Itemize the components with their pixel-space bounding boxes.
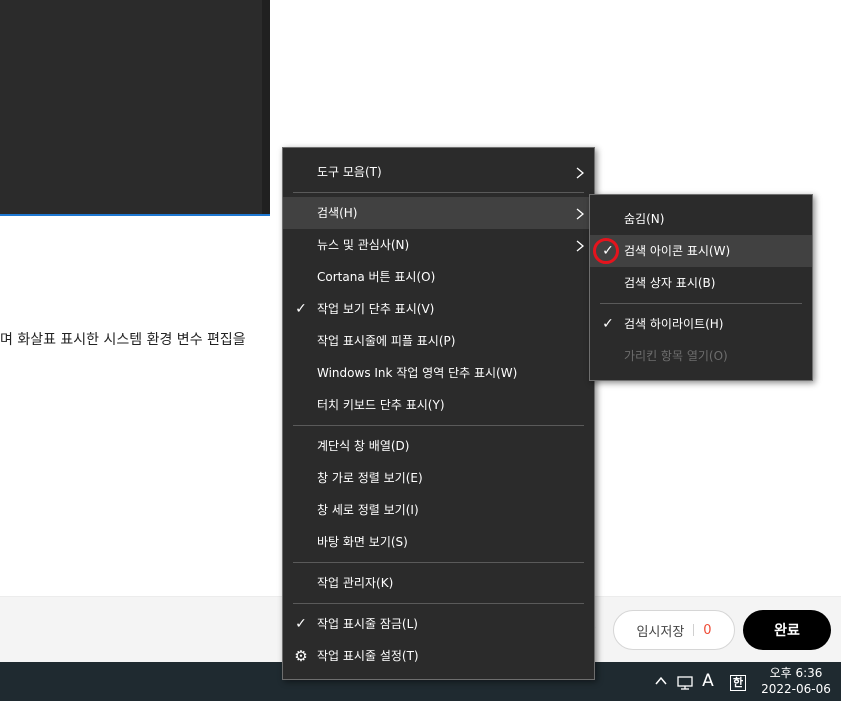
menu-item-label: 검색(H) bbox=[317, 206, 358, 220]
chevron-right-icon bbox=[576, 197, 585, 229]
background-scrollbar bbox=[262, 0, 270, 214]
gear-icon: ⚙ bbox=[294, 647, 308, 665]
menu-separator bbox=[600, 303, 802, 304]
background-document-text: 며 화살표 표시한 시스템 환경 변수 편집을 bbox=[0, 332, 246, 348]
draft-label: 임시저장 bbox=[636, 624, 685, 640]
menu-item-label: 작업 표시줄 잠금(L) bbox=[317, 617, 418, 631]
menu-item-lock-taskbar[interactable]: ✓ 작업 표시줄 잠금(L) bbox=[283, 608, 594, 640]
menu-item-label: 뉴스 및 관심사(N) bbox=[317, 238, 410, 252]
menu-item-label: 도구 모음(T) bbox=[317, 165, 382, 179]
chevron-right-icon bbox=[576, 156, 585, 188]
menu-item-label: Cortana 버튼 표시(O) bbox=[317, 270, 436, 284]
menu-item-search[interactable]: 검색(H) bbox=[283, 197, 594, 229]
clock-date: 2022-06-06 bbox=[761, 682, 831, 696]
search-submenu: 숨김(N) ✓ 검색 아이콘 표시(W) 검색 상자 표시(B) ✓ 검색 하이… bbox=[589, 194, 813, 381]
menu-separator bbox=[293, 425, 584, 426]
submenu-item-search-highlights[interactable]: ✓ 검색 하이라이트(H) bbox=[590, 308, 812, 340]
taskbar-clock[interactable]: 오후 6:36 2022-06-06 bbox=[755, 665, 837, 697]
tray-chevron-up-icon[interactable] bbox=[654, 674, 668, 691]
menu-item-task-manager[interactable]: 작업 관리자(K) bbox=[283, 567, 594, 599]
menu-item-stacked[interactable]: 창 가로 정렬 보기(E) bbox=[283, 462, 594, 494]
menu-item-cortana[interactable]: Cortana 버튼 표시(O) bbox=[283, 261, 594, 293]
save-draft-button[interactable]: 임시저장 0 bbox=[613, 610, 735, 650]
menu-item-label: 바탕 화면 보기(S) bbox=[317, 535, 408, 549]
checkmark-icon: ✓ bbox=[602, 243, 614, 259]
menu-item-label: 작업 표시줄에 피플 표시(P) bbox=[317, 334, 456, 348]
chevron-right-icon bbox=[576, 229, 585, 261]
menu-item-people[interactable]: 작업 표시줄에 피플 표시(P) bbox=[283, 325, 594, 357]
menu-item-label: 창 가로 정렬 보기(E) bbox=[317, 471, 423, 485]
clock-time: 오후 6:36 bbox=[769, 666, 823, 680]
menu-item-side-by-side[interactable]: 창 세로 정렬 보기(I) bbox=[283, 494, 594, 526]
menu-item-toolbars[interactable]: 도구 모음(T) bbox=[283, 156, 594, 188]
submenu-item-show-search-box[interactable]: 검색 상자 표시(B) bbox=[590, 267, 812, 299]
menu-item-label: 작업 관리자(K) bbox=[317, 576, 394, 590]
submenu-item-label: 가리킨 항목 열기(O) bbox=[624, 349, 728, 363]
menu-separator bbox=[293, 562, 584, 563]
done-button[interactable]: 완료 bbox=[743, 610, 831, 650]
menu-item-touch-keyboard[interactable]: 터치 키보드 단추 표시(Y) bbox=[283, 389, 594, 421]
checkmark-icon: ✓ bbox=[295, 301, 307, 317]
checkmark-icon: ✓ bbox=[602, 316, 614, 332]
menu-item-task-view[interactable]: ✓ 작업 보기 단추 표시(V) bbox=[283, 293, 594, 325]
menu-item-show-desktop[interactable]: 바탕 화면 보기(S) bbox=[283, 526, 594, 558]
menu-separator bbox=[293, 603, 584, 604]
menu-item-cascade[interactable]: 계단식 창 배열(D) bbox=[283, 430, 594, 462]
menu-item-label: 터치 키보드 단추 표시(Y) bbox=[317, 398, 445, 412]
ime-mode-icon[interactable]: 한 bbox=[730, 675, 746, 691]
menu-item-label: 창 세로 정렬 보기(I) bbox=[317, 503, 419, 517]
submenu-item-label: 숨김(N) bbox=[624, 212, 665, 226]
menu-item-label: 작업 표시줄 설정(T) bbox=[317, 649, 419, 663]
menu-item-label: 계단식 창 배열(D) bbox=[317, 439, 410, 453]
screen: 며 화살표 표시한 시스템 환경 변수 편집을 5 임시저장 0 완료 A 한 … bbox=[0, 0, 841, 701]
background-window bbox=[0, 0, 270, 216]
submenu-item-label: 검색 아이콘 표시(W) bbox=[624, 244, 731, 258]
menu-item-label: Windows Ink 작업 영역 단추 표시(W) bbox=[317, 366, 518, 380]
submenu-item-label: 검색 하이라이트(H) bbox=[624, 317, 724, 331]
submenu-item-label: 검색 상자 표시(B) bbox=[624, 276, 716, 290]
submenu-item-show-search-icon[interactable]: ✓ 검색 아이콘 표시(W) bbox=[590, 235, 812, 267]
draft-count: 0 bbox=[703, 622, 712, 638]
draft-divider bbox=[693, 624, 695, 636]
language-indicator[interactable]: A bbox=[701, 673, 715, 690]
submenu-item-open-on-hover: 가리킨 항목 열기(O) bbox=[590, 340, 812, 372]
submenu-item-hidden[interactable]: 숨김(N) bbox=[590, 203, 812, 235]
taskbar-context-menu: 도구 모음(T) 검색(H) 뉴스 및 관심사(N) Cortana 버튼 표시… bbox=[282, 147, 595, 680]
menu-item-taskbar-settings[interactable]: ⚙ 작업 표시줄 설정(T) bbox=[283, 640, 594, 672]
menu-item-news[interactable]: 뉴스 및 관심사(N) bbox=[283, 229, 594, 261]
menu-item-windows-ink[interactable]: Windows Ink 작업 영역 단추 표시(W) bbox=[283, 357, 594, 389]
menu-separator bbox=[293, 192, 584, 193]
network-icon[interactable] bbox=[677, 676, 695, 693]
menu-item-label: 작업 보기 단추 표시(V) bbox=[317, 302, 435, 316]
checkmark-icon: ✓ bbox=[295, 616, 307, 632]
